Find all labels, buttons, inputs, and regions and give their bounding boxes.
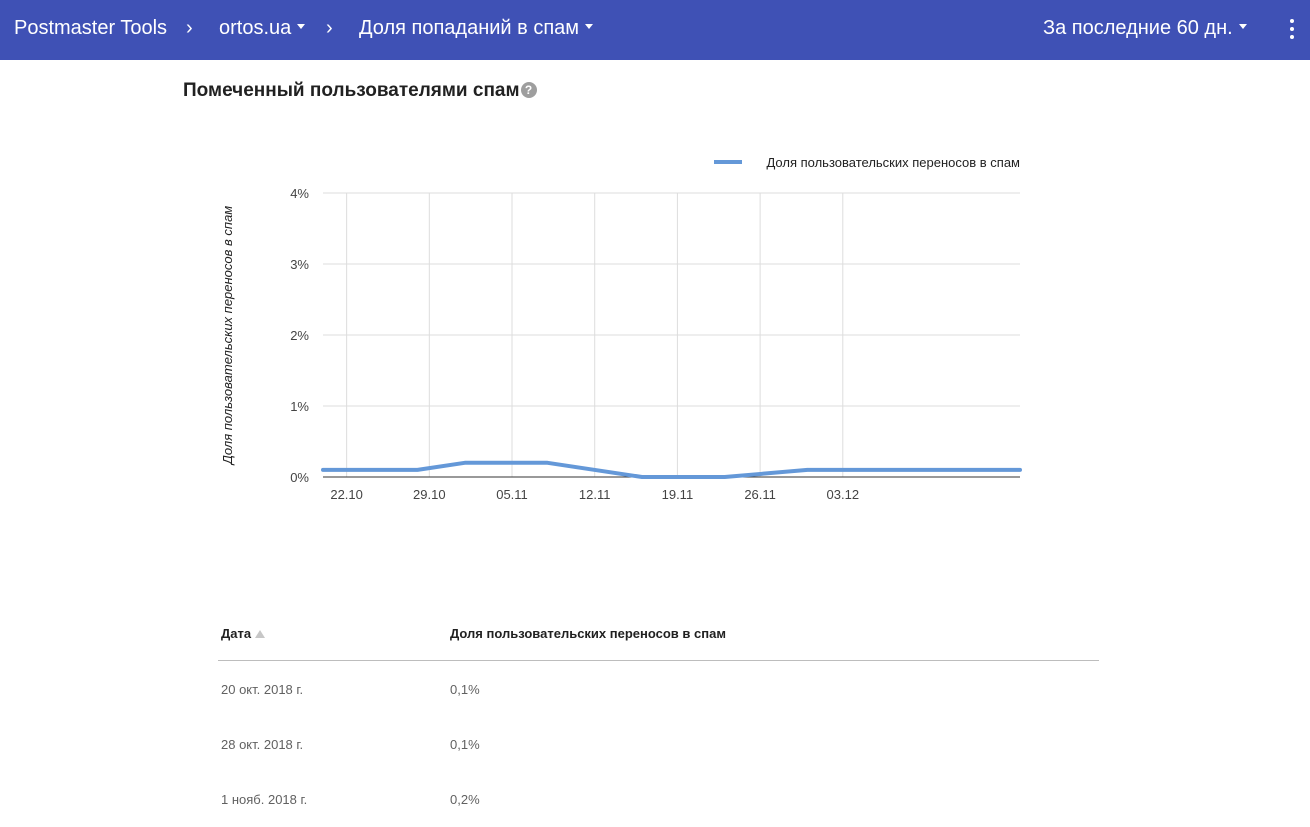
y-axis-title: Доля пользовательских переносов в спам [220, 206, 235, 467]
x-tick-label: 19.11 [662, 487, 694, 502]
x-tick-label: 22.10 [330, 487, 363, 502]
y-tick-label: 4% [290, 186, 309, 201]
column-header-date[interactable]: Дата [221, 626, 266, 641]
column-header-date-label: Дата [221, 626, 252, 641]
sort-ascending-icon [255, 629, 266, 638]
y-tick-label: 3% [290, 257, 309, 272]
table-header-divider [218, 660, 1099, 661]
table-cell-spam-rate: 0,2% [450, 792, 480, 807]
y-tick-label: 0% [290, 470, 309, 485]
table-cell-date: 28 окт. 2018 г. [221, 737, 304, 752]
x-tick-label: 12.11 [579, 487, 611, 502]
table-cell-date: 1 нояб. 2018 г. [221, 792, 308, 807]
table-cell-date: 20 окт. 2018 г. [221, 682, 304, 697]
x-tick-label: 03.12 [827, 487, 860, 502]
y-tick-label: 1% [290, 399, 309, 414]
x-tick-label: 05.11 [496, 487, 528, 502]
series-line [321, 460, 1022, 479]
legend-label: Доля пользовательских переносов в спам [766, 155, 1020, 170]
x-tick-label: 26.11 [744, 487, 776, 502]
spam-rate-chart: 0% 1% 2% 3% 4% 22.10 29.10 05.11 12.11 19.11 26.11… [220, 155, 1022, 502]
column-header-spam-rate[interactable]: Доля пользовательских переносов в спам [450, 626, 726, 641]
table-cell-spam-rate: 0,1% [450, 682, 480, 697]
y-tick-label: 2% [290, 328, 309, 343]
x-tick-label: 29.10 [413, 487, 446, 502]
table-cell-spam-rate: 0,1% [450, 737, 480, 752]
